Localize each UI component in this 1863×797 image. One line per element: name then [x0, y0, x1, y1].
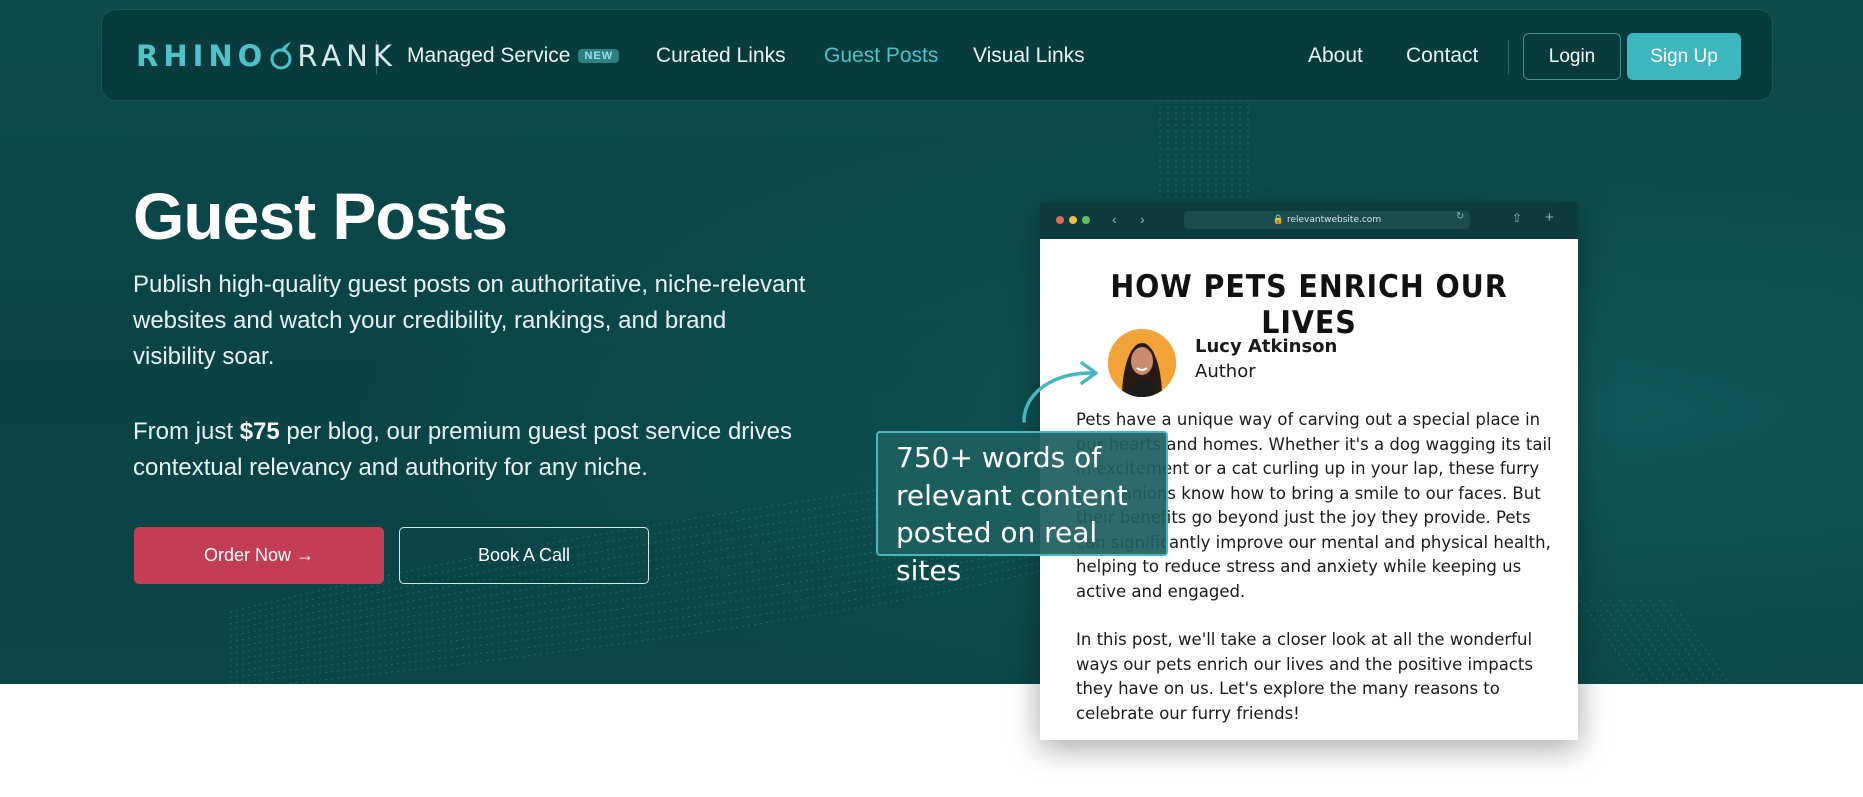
nav-divider — [376, 40, 377, 74]
nav-link-managed-service-label: Managed Service — [407, 44, 571, 67]
lock-icon: 🔒 — [1272, 215, 1285, 225]
decorative-dot-line — [1649, 599, 1711, 684]
author-name: Lucy Atkinson — [1195, 336, 1338, 357]
decorative-dot-line — [1619, 599, 1681, 684]
pricing-text-prefix: From just — [133, 418, 240, 445]
decorative-dot-line — [1629, 599, 1691, 684]
rhino-horn-icon — [269, 41, 293, 71]
order-now-button[interactable]: Order Now → — [134, 527, 384, 584]
hero-pricing-text: From just $75 per blog, our premium gues… — [133, 414, 813, 486]
author-role: Author — [1195, 361, 1256, 382]
logo-text-rank: RANK — [297, 39, 397, 73]
decorative-dot-line — [1639, 599, 1701, 684]
back-icon: ‹ — [1112, 211, 1117, 227]
new-tab-icon: + — [1545, 209, 1554, 226]
nav-link-curated-links[interactable]: Curated Links — [656, 44, 786, 68]
sign-up-button[interactable]: Sign Up — [1627, 33, 1741, 80]
browser-toolbar: ‹ › 🔒 relevantwebsite.com ↻ ⇧ + — [1040, 202, 1578, 239]
reload-icon: ↻ — [1456, 211, 1465, 222]
nav-link-visual-links[interactable]: Visual Links — [973, 44, 1085, 68]
article-paragraph: In this post, we'll take a closer look a… — [1076, 630, 1533, 723]
price-highlight: $75 — [239, 418, 280, 445]
top-navbar: RHINO RANK Managed Service NEW Curated Li… — [101, 9, 1773, 101]
decorative-dot-line — [1599, 599, 1661, 684]
book-a-call-button[interactable]: Book A Call — [399, 527, 649, 584]
login-button[interactable]: Login — [1523, 33, 1621, 80]
nav-link-managed-service[interactable]: Managed Service NEW — [407, 44, 620, 68]
address-bar-url: relevantwebsite.com — [1286, 215, 1382, 225]
decorative-dot-line — [1609, 599, 1671, 684]
hero-description: Publish high-quality guest posts on auth… — [133, 271, 806, 370]
logo-text-rhino: RHINO — [136, 39, 268, 73]
window-maximize-dot — [1082, 216, 1090, 224]
content-callout-box: 750+ words of relevant content posted on… — [876, 431, 1168, 587]
nav-divider — [1508, 40, 1509, 74]
page-title: Guest Posts — [133, 179, 508, 253]
decorative-dot-line — [1669, 599, 1731, 684]
decorative-dot-line — [1579, 599, 1641, 684]
new-badge: NEW — [578, 49, 620, 63]
forward-icon: › — [1140, 211, 1145, 227]
window-minimize-dot — [1069, 216, 1077, 224]
address-bar: 🔒 relevantwebsite.com — [1184, 211, 1470, 229]
rhinorank-logo[interactable]: RHINO RANK — [136, 38, 397, 74]
nav-link-contact[interactable]: Contact — [1406, 44, 1478, 68]
nav-link-guest-posts[interactable]: Guest Posts — [824, 44, 938, 68]
decorative-dot-line — [1589, 599, 1651, 684]
window-close-dot — [1056, 216, 1064, 224]
decorative-dot-line — [1659, 599, 1721, 684]
share-icon: ⇧ — [1512, 211, 1523, 225]
curved-arrow-icon — [1022, 361, 1098, 423]
nav-link-about[interactable]: About — [1308, 44, 1363, 68]
